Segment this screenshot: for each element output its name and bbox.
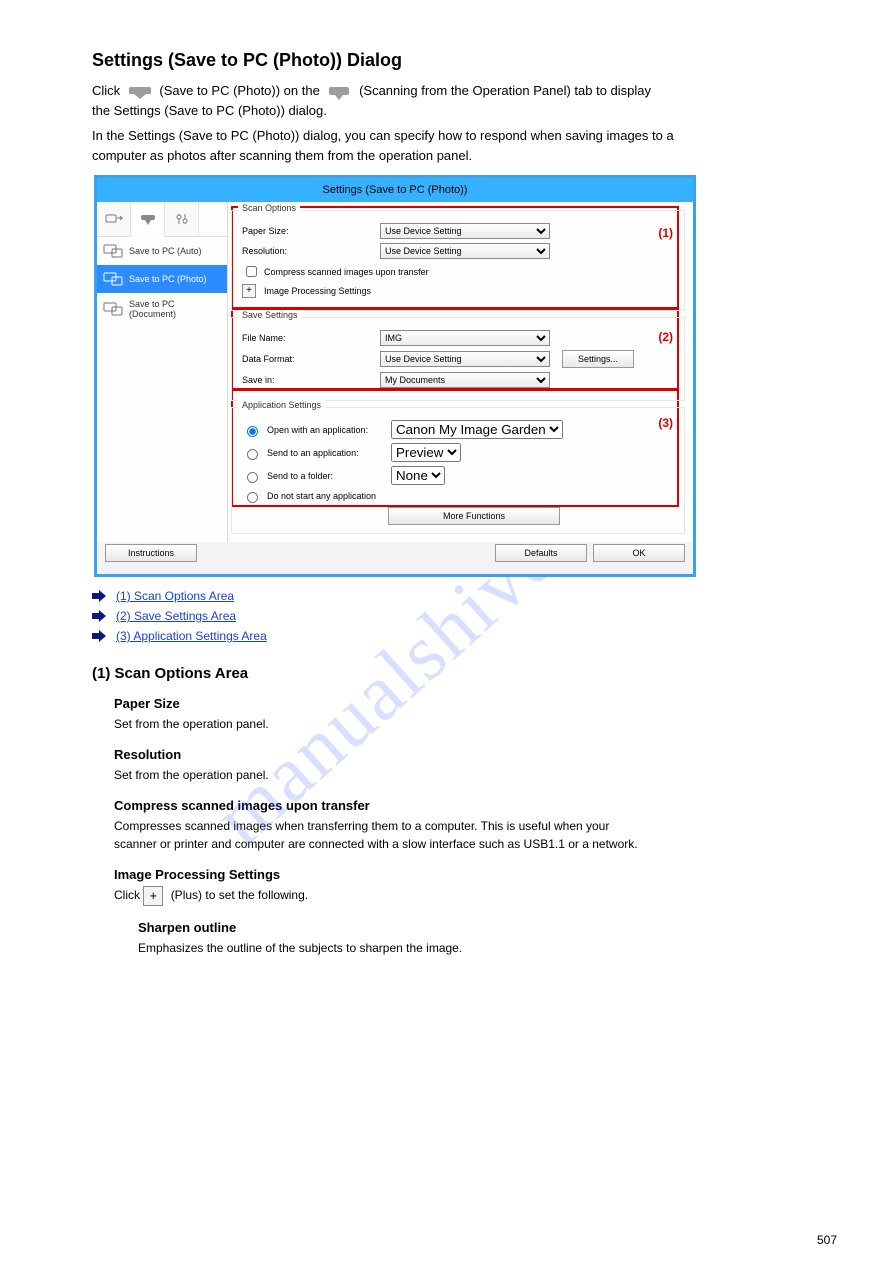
arrow-right-icon <box>92 610 106 622</box>
sidebar-item-document[interactable]: Save to PC (Document) <box>97 293 227 325</box>
send-folder-label: Send to a folder: <box>267 471 385 481</box>
link-scan-options[interactable]: (1) Scan Options Area <box>116 589 234 603</box>
send-folder-select[interactable]: None <box>391 466 445 485</box>
link-save-settings[interactable]: (2) Save Settings Area <box>116 609 236 623</box>
open-with-radio[interactable] <box>247 426 258 437</box>
sidebar-item-label: Save to PC (Photo) <box>129 274 207 284</box>
intro-para-2: In the Settings (Save to PC (Photo)) dia… <box>92 126 841 165</box>
savein-select[interactable]: My Documents <box>380 372 550 388</box>
tab-settings-sliders[interactable] <box>165 202 199 236</box>
compress-label: Compress scanned images upon transfer <box>264 267 429 277</box>
page-heading: Settings (Save to PC (Photo)) Dialog <box>92 50 841 71</box>
paper-size-desc: Set from the operation panel. <box>114 715 841 733</box>
resolution-heading: Resolution <box>114 747 841 762</box>
dataformat-settings-button[interactable]: Settings... <box>562 350 634 368</box>
pc-icon <box>103 301 123 317</box>
save-legend: Save Settings <box>238 310 302 320</box>
tabstrip <box>97 202 227 237</box>
section-scan-options-area: (1) Scan Options Area <box>92 665 841 682</box>
paper-size-select[interactable]: Use Device Setting <box>380 223 550 239</box>
link-application-settings[interactable]: (3) Application Settings Area <box>116 629 267 643</box>
savein-label: Save in: <box>242 375 372 385</box>
sidebar-item-label: Save to PC (Auto) <box>129 246 202 256</box>
do-not-start-radio[interactable] <box>247 492 258 503</box>
app-legend: Application Settings <box>238 400 325 410</box>
sidebar-item-auto[interactable]: Save to PC (Auto) <box>97 237 227 265</box>
resolution-select[interactable]: Use Device Setting <box>380 243 550 259</box>
sidebar-item-photo[interactable]: Save to PC (Photo) <box>97 265 227 293</box>
filename-input[interactable]: IMG <box>380 330 550 346</box>
settings-dialog: Settings (Save to PC (Photo)) Save <box>94 175 696 577</box>
compress-desc: Compresses scanned images when transferr… <box>114 817 841 853</box>
imgproc-heading: Image Processing Settings <box>114 867 841 882</box>
compress-checkbox[interactable] <box>246 266 257 277</box>
resolution-label: Resolution: <box>242 246 372 256</box>
scanner-plain-icon <box>327 83 351 101</box>
send-folder-radio[interactable] <box>247 472 258 483</box>
sharpen-desc: Emphasizes the outline of the subjects t… <box>138 939 841 957</box>
send-app-radio[interactable] <box>247 449 258 460</box>
instructions-button[interactable]: Instructions <box>105 544 197 562</box>
intro-line-1: Click (Save to PC (Photo)) on the (Scann… <box>92 81 841 120</box>
send-app-select[interactable]: Preview <box>391 443 461 462</box>
pc-icon <box>103 243 123 259</box>
filename-label: File Name: <box>242 333 372 343</box>
sharpen-heading: Sharpen outline <box>138 920 841 935</box>
more-functions-button[interactable]: More Functions <box>388 507 560 525</box>
arrow-right-icon <box>92 630 106 642</box>
paper-size-label: Paper Size: <box>242 226 372 236</box>
imgproc-desc: Click + (Plus) to set the following. <box>114 886 841 906</box>
open-with-select[interactable]: Canon My Image Garden <box>391 420 563 439</box>
do-not-start-label: Do not start any application <box>267 491 376 501</box>
resolution-desc: Set from the operation panel. <box>114 766 841 784</box>
dataformat-label: Data Format: <box>242 354 372 364</box>
scanner-down-icon <box>128 83 152 101</box>
send-app-label: Send to an application: <box>267 448 385 458</box>
imgproc-label: Image Processing Settings <box>264 286 371 296</box>
dialog-titlebar: Settings (Save to PC (Photo)) <box>97 178 693 202</box>
arrow-right-icon <box>92 590 106 602</box>
pc-icon <box>103 271 123 287</box>
tab-scanner-to-pc[interactable] <box>131 202 165 238</box>
page-number: 507 <box>817 1233 837 1247</box>
expand-plus-icon[interactable]: + <box>242 284 256 298</box>
compress-heading: Compress scanned images upon transfer <box>114 798 841 813</box>
sidebar-item-label: Save to PC (Document) <box>129 299 221 319</box>
paper-size-heading: Paper Size <box>114 696 841 711</box>
defaults-button[interactable]: Defaults <box>495 544 587 562</box>
ok-button[interactable]: OK <box>593 544 685 562</box>
dataformat-select[interactable]: Use Device Setting <box>380 351 550 367</box>
plus-icon: + <box>143 886 163 906</box>
scan-legend: Scan Options <box>238 203 300 213</box>
open-with-label: Open with an application: <box>267 425 385 435</box>
tab-pc-to-scanner[interactable] <box>97 202 131 236</box>
